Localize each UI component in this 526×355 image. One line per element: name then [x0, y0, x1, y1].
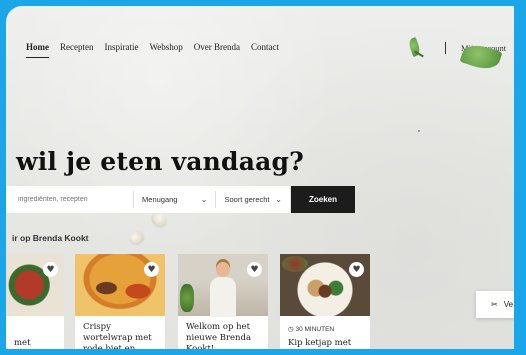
course-select-label: Menugang	[142, 195, 178, 204]
recipe-card[interactable]: ♥ Crispy wortelwrap met rode biet en	[75, 254, 165, 349]
chevron-down-icon: ⌄	[200, 195, 208, 204]
heart-icon[interactable]: ♥	[349, 262, 364, 277]
nav-divider	[445, 42, 446, 54]
section-title: ir op Brenda Kookt	[12, 233, 89, 243]
chevron-down-icon: ⌄	[275, 195, 282, 204]
speck-decoration	[418, 130, 420, 132]
chef-photo	[208, 260, 238, 317]
floating-action-button[interactable]: ✂ Ve	[476, 291, 514, 318]
floating-action-label: Ve	[503, 300, 514, 309]
dish-type-select-label: Soort gerecht	[224, 195, 270, 204]
nav-item-webshop[interactable]: Webshop	[149, 42, 182, 52]
nav-item-over-brenda[interactable]: Over Brenda	[194, 42, 240, 52]
recipe-duration: ◷ 30 MINUTEN	[288, 325, 334, 333]
recipe-card[interactable]: ♥ Welkom op het nieuwe Brenda Kookt!	[178, 254, 268, 349]
nav-item-contact[interactable]: Contact	[251, 42, 279, 52]
recipe-title: Crispy wortelwrap met rode biet en	[83, 322, 152, 349]
dish-type-select[interactable]: Soort gerecht ⌄	[216, 186, 290, 213]
recipe-title: Welkom op het nieuwe Brenda Kookt!	[186, 322, 252, 349]
clock-icon: ◷	[288, 326, 294, 333]
chef-body	[210, 277, 236, 317]
main-nav: Home Recepten Inspiratie Webshop Over Br…	[26, 42, 279, 58]
heart-icon[interactable]: ♥	[247, 262, 262, 277]
nav-item-home[interactable]: Home	[26, 42, 49, 58]
side-bowl-image	[282, 256, 308, 272]
search-button[interactable]: Zoeken	[291, 186, 355, 213]
plant-decoration	[180, 284, 194, 312]
recipe-title: met	[14, 338, 31, 348]
recipe-duration-label: 30 MINUTEN	[295, 326, 335, 333]
search-input[interactable]	[6, 186, 134, 213]
nav-item-recepten[interactable]: Recepten	[60, 42, 93, 52]
recipe-search-bar: Menugang ⌄ Soort gerecht ⌄	[6, 186, 290, 213]
chef-head	[216, 262, 230, 277]
page-headline: wil je eten vandaag?	[16, 147, 305, 176]
nav-item-inspiratie[interactable]: Inspiratie	[104, 42, 138, 52]
recipe-title: Kip ketjap met slirt en	[288, 338, 352, 348]
page-frame: Home Recepten Inspiratie Webshop Over Br…	[6, 6, 514, 349]
heart-icon[interactable]: ♥	[144, 262, 159, 277]
recipe-card[interactable]: ♥ met	[6, 254, 64, 349]
course-select[interactable]: Menugang ⌄	[134, 186, 215, 213]
recipe-card[interactable]: ♥ ◷ 30 MINUTEN Kip ketjap met slirt en	[280, 254, 370, 349]
heart-icon[interactable]: ♥	[43, 262, 58, 277]
utensils-icon: ✂	[491, 300, 498, 309]
